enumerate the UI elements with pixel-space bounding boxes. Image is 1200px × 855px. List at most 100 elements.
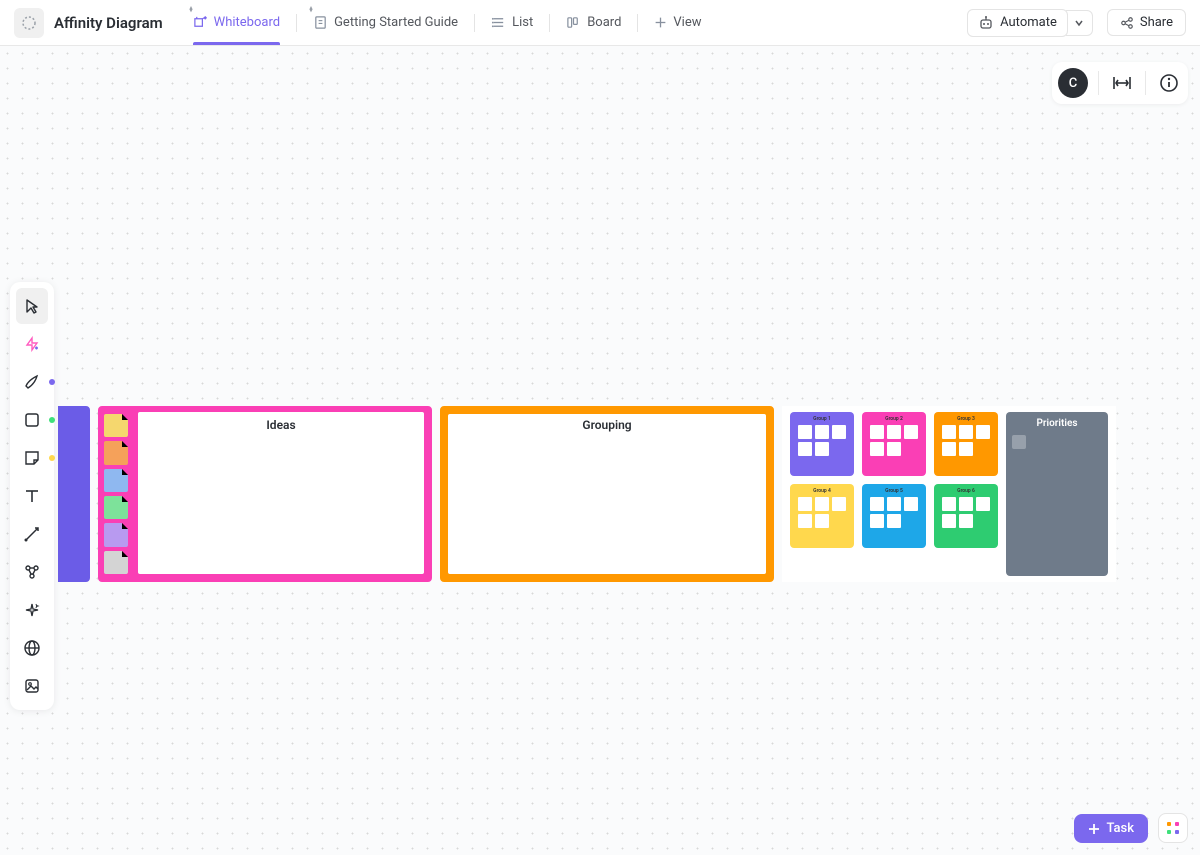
tool-color-dot xyxy=(49,417,55,423)
automate-label: Automate xyxy=(1000,15,1057,30)
ai-icon xyxy=(23,335,41,353)
tool-connector[interactable] xyxy=(16,516,48,552)
tab-divider xyxy=(549,14,550,32)
group-cell xyxy=(887,514,901,528)
group-cell xyxy=(832,425,846,439)
tool-sticky[interactable] xyxy=(16,440,48,476)
purple-frame-edge[interactable] xyxy=(58,406,90,582)
page-title[interactable]: Affinity Diagram xyxy=(54,14,163,32)
group-card[interactable]: Group 6 xyxy=(934,484,998,548)
info-button[interactable] xyxy=(1156,70,1182,96)
plus-icon xyxy=(1088,823,1100,835)
group-cell xyxy=(887,497,901,511)
sticky-swatch[interactable] xyxy=(104,551,128,574)
tab-label: Board xyxy=(587,15,621,30)
groups-cluster[interactable]: Group 1 Group 2 Group 3 Group 4 Group 5Group… xyxy=(782,406,1116,582)
tool-image[interactable] xyxy=(16,668,48,704)
group-card-title: Group 2 xyxy=(885,416,903,422)
group-cell xyxy=(887,425,901,439)
tool-text[interactable] xyxy=(16,478,48,514)
tool-select[interactable] xyxy=(16,288,48,324)
divider xyxy=(1145,71,1146,95)
priorities-card[interactable]: Priorities xyxy=(1006,412,1108,576)
tool-sparkle[interactable] xyxy=(16,592,48,628)
group-cells xyxy=(870,425,918,456)
image-icon xyxy=(23,677,41,695)
tab-label: Getting Started Guide xyxy=(334,15,458,30)
tab-divider xyxy=(296,14,297,32)
tab-list[interactable]: List xyxy=(479,0,545,45)
group-card-title: Group 4 xyxy=(813,488,831,494)
group-cell xyxy=(798,442,812,456)
group-cell xyxy=(832,497,846,511)
group-cell xyxy=(887,442,901,456)
tool-web[interactable] xyxy=(16,630,48,666)
share-label: Share xyxy=(1140,15,1173,30)
group-card[interactable]: Group 4 xyxy=(790,484,854,548)
tab-whiteboard[interactable]: Whiteboard xyxy=(181,0,292,45)
group-cell xyxy=(815,425,829,439)
group-cell xyxy=(870,497,884,511)
app-header: Affinity Diagram Whiteboard Getting Star… xyxy=(0,0,1200,46)
sticky-swatch[interactable] xyxy=(104,496,128,519)
tab-board[interactable]: Board xyxy=(554,0,633,45)
grouping-frame[interactable]: Grouping xyxy=(440,406,774,582)
group-cell xyxy=(904,497,918,511)
fit-width-button[interactable] xyxy=(1109,70,1135,96)
tab-add-view[interactable]: View xyxy=(642,0,713,45)
pin-icon xyxy=(307,6,315,14)
board-icon xyxy=(566,15,581,30)
group-cell xyxy=(870,442,884,456)
group-card[interactable]: Group 2 xyxy=(862,412,926,476)
sticky-swatch[interactable] xyxy=(104,469,128,492)
globe-icon xyxy=(23,639,41,657)
grouping-area[interactable]: Grouping xyxy=(448,414,766,574)
automate-button[interactable]: Automate xyxy=(967,9,1068,37)
tab-divider xyxy=(637,14,638,32)
sticky-swatch[interactable] xyxy=(104,414,128,437)
tab-getting-started[interactable]: Getting Started Guide xyxy=(301,0,470,45)
tool-pen[interactable] xyxy=(16,364,48,400)
dotted-circle-icon xyxy=(21,15,37,31)
new-task-button[interactable]: Task xyxy=(1074,814,1148,843)
group-cells xyxy=(798,497,846,528)
tool-ai[interactable] xyxy=(16,326,48,362)
tool-nodes[interactable] xyxy=(16,554,48,590)
group-cell xyxy=(942,514,956,528)
user-avatar[interactable]: C xyxy=(1058,68,1088,98)
tab-label: Whiteboard xyxy=(214,15,280,30)
group-cell xyxy=(959,442,973,456)
group-card[interactable]: Group 3 xyxy=(934,412,998,476)
automate-dropdown[interactable] xyxy=(1066,10,1093,36)
apps-button[interactable] xyxy=(1158,813,1188,843)
group-cells xyxy=(798,425,846,456)
group-cell xyxy=(942,497,956,511)
group-cell xyxy=(976,497,990,511)
group-cell xyxy=(870,425,884,439)
tab-label: List xyxy=(512,15,533,30)
info-icon xyxy=(1159,73,1179,93)
pen-icon xyxy=(23,373,41,391)
whiteboard-toolbar xyxy=(10,282,54,710)
group-cell xyxy=(798,497,812,511)
group-cells xyxy=(942,425,990,456)
ideas-area[interactable]: Ideas xyxy=(138,412,424,574)
sparkle-icon xyxy=(23,601,41,619)
pin-icon xyxy=(187,6,195,14)
fit-width-icon xyxy=(1112,73,1132,93)
nodes-icon xyxy=(23,563,41,581)
sticky-icon xyxy=(23,449,41,467)
sticky-swatch[interactable] xyxy=(104,441,128,464)
apps-grid-icon xyxy=(1165,820,1181,836)
tool-shape[interactable] xyxy=(16,402,48,438)
whiteboard-canvas[interactable]: C xyxy=(0,46,1200,855)
sticky-swatch[interactable] xyxy=(104,523,128,546)
chevron-down-icon xyxy=(1074,18,1084,28)
doc-type-icon[interactable] xyxy=(14,8,44,38)
ideas-frame[interactable]: Ideas xyxy=(98,406,432,582)
share-button[interactable]: Share xyxy=(1107,9,1186,36)
group-card[interactable]: Group 1 xyxy=(790,412,854,476)
group-cells xyxy=(942,497,990,528)
group-card[interactable]: Group 5 xyxy=(862,484,926,548)
tab-label: View xyxy=(673,15,701,30)
